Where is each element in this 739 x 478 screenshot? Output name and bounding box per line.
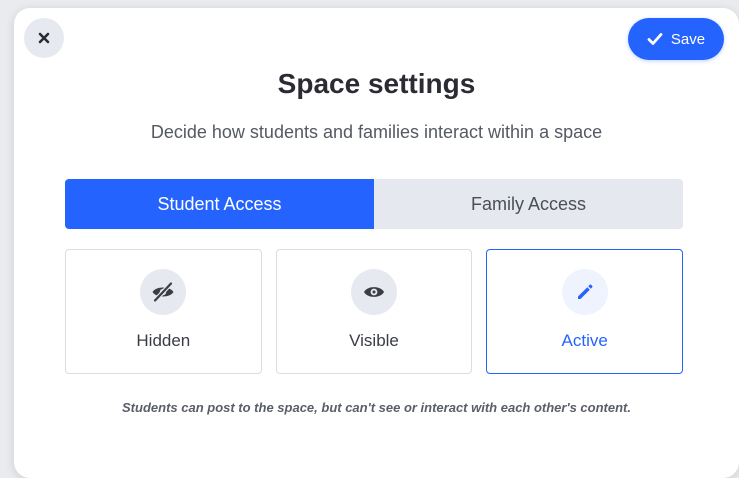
close-icon — [38, 32, 50, 44]
option-hidden-label: Hidden — [136, 331, 191, 350]
page-subtitle: Decide how students and families interac… — [150, 122, 603, 142]
eye-icon — [351, 269, 397, 315]
access-options: Hidden Visible Active — [65, 249, 684, 374]
page-title: Space settings — [277, 68, 476, 99]
close-button[interactable] — [24, 18, 64, 58]
tab-family-access[interactable]: Family Access — [374, 179, 683, 229]
option-visible-label: Visible — [349, 331, 399, 350]
tab-student-access[interactable]: Student Access — [65, 179, 374, 229]
option-active[interactable]: Active — [486, 249, 684, 374]
option-active-label: Active — [561, 331, 608, 350]
space-settings-modal: Save Space settings Decide how students … — [14, 8, 739, 478]
save-button-label: Save — [670, 30, 706, 48]
access-tabs: Student Access Family Access — [65, 179, 683, 229]
option-hidden[interactable]: Hidden — [65, 249, 262, 374]
save-button[interactable]: Save — [628, 18, 724, 60]
access-description: Students can post to the space, but can'… — [122, 400, 631, 415]
pencil-icon — [561, 269, 608, 315]
option-visible[interactable]: Visible — [275, 249, 473, 374]
eye-slash-icon — [140, 269, 187, 315]
checkmark-icon — [647, 33, 663, 45]
